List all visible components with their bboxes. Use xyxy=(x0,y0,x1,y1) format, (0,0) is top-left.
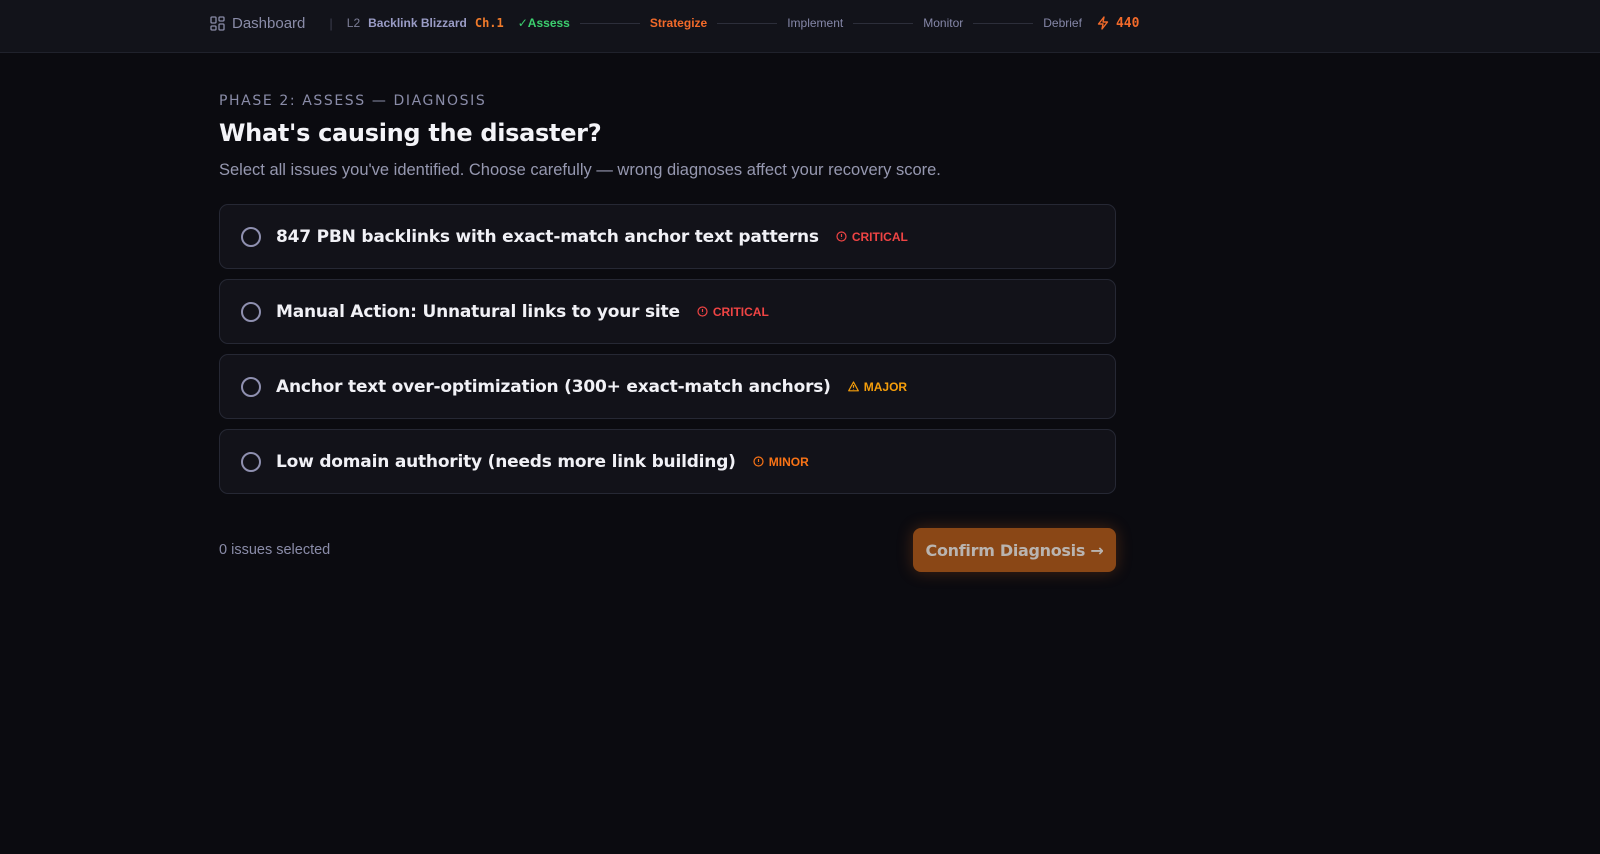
severity-label: MAJOR xyxy=(863,379,908,394)
issue-option-pbn-backlinks[interactable]: 847 PBN backlinks with exact-match ancho… xyxy=(219,204,1116,269)
alert-circle-icon xyxy=(697,306,708,317)
confirm-diagnosis-button[interactable]: Confirm Diagnosis → xyxy=(913,528,1116,572)
severity-badge: MINOR xyxy=(753,455,809,469)
progress-steps: ✓Assess Strategize Implement Monitor Deb… xyxy=(518,16,1082,30)
warning-triangle-icon xyxy=(847,381,859,392)
lightning-bolt-icon xyxy=(1096,16,1110,30)
issue-label: 847 PBN backlinks with exact-match ancho… xyxy=(276,226,819,247)
alert-circle-icon xyxy=(836,231,847,242)
grid-icon xyxy=(210,15,225,31)
issue-label: Anchor text over-optimization (300+ exac… xyxy=(276,376,831,397)
severity-label: MINOR xyxy=(768,454,809,469)
radio-button[interactable] xyxy=(241,451,261,472)
step-debrief: Debrief xyxy=(1043,16,1082,30)
severity-badge: CRITICAL xyxy=(697,305,769,319)
step-connector xyxy=(973,22,1034,24)
issue-list: 847 PBN backlinks with exact-match ancho… xyxy=(219,204,1116,494)
diagnosis-footer: 0 issues selected Confirm Diagnosis → xyxy=(219,528,1116,572)
issue-label: Low domain authority (needs more link bu… xyxy=(276,451,736,472)
step-connector xyxy=(853,22,914,24)
issue-option-anchor-text[interactable]: Anchor text over-optimization (300+ exac… xyxy=(219,354,1116,419)
step-strategize: Strategize xyxy=(649,16,708,30)
radio-button[interactable] xyxy=(241,226,261,247)
nav-divider: | xyxy=(329,15,333,31)
diagnosis-panel: PHASE 2: ASSESS — DIAGNOSIS What's causi… xyxy=(219,93,1116,572)
dashboard-link[interactable]: Dashboard xyxy=(210,15,305,32)
step-monitor: Monitor xyxy=(923,16,964,30)
dashboard-label: Dashboard xyxy=(232,14,306,32)
top-bar-content: Dashboard | L2 Backlink Blizzard Ch.1 ✓A… xyxy=(210,0,1139,46)
page-subtitle: Select all issues you've identified. Cho… xyxy=(219,161,941,179)
step-implement: Implement xyxy=(787,16,844,30)
alert-circle-icon xyxy=(753,456,764,467)
severity-label: CRITICAL xyxy=(851,229,908,244)
issue-label: Manual Action: Unnatural links to your s… xyxy=(276,301,680,322)
xp-counter: 440 xyxy=(1096,16,1139,31)
top-bar: Dashboard | L2 Backlink Blizzard Ch.1 ✓A… xyxy=(0,0,1600,53)
severity-badge: MAJOR xyxy=(847,379,908,394)
severity-badge: CRITICAL xyxy=(836,230,908,244)
phase-label: PHASE 2: ASSESS — DIAGNOSIS xyxy=(219,93,487,109)
radio-button[interactable] xyxy=(241,376,261,397)
selection-count: 0 issues selected xyxy=(219,542,331,558)
radio-button[interactable] xyxy=(241,301,261,322)
mission-name: Backlink Blizzard xyxy=(368,16,467,30)
step-assess: ✓Assess xyxy=(517,16,570,30)
issue-option-manual-action[interactable]: Manual Action: Unnatural links to your s… xyxy=(219,279,1116,344)
chapter-label: Ch.1 xyxy=(474,16,504,30)
level-label: L2 xyxy=(346,16,361,30)
xp-value: 440 xyxy=(1115,15,1140,31)
page-title: What's causing the disaster? xyxy=(219,119,602,147)
issue-option-low-authority[interactable]: Low domain authority (needs more link bu… xyxy=(219,429,1116,494)
severity-label: CRITICAL xyxy=(712,304,769,319)
step-connector xyxy=(717,22,778,24)
step-connector xyxy=(579,22,640,24)
